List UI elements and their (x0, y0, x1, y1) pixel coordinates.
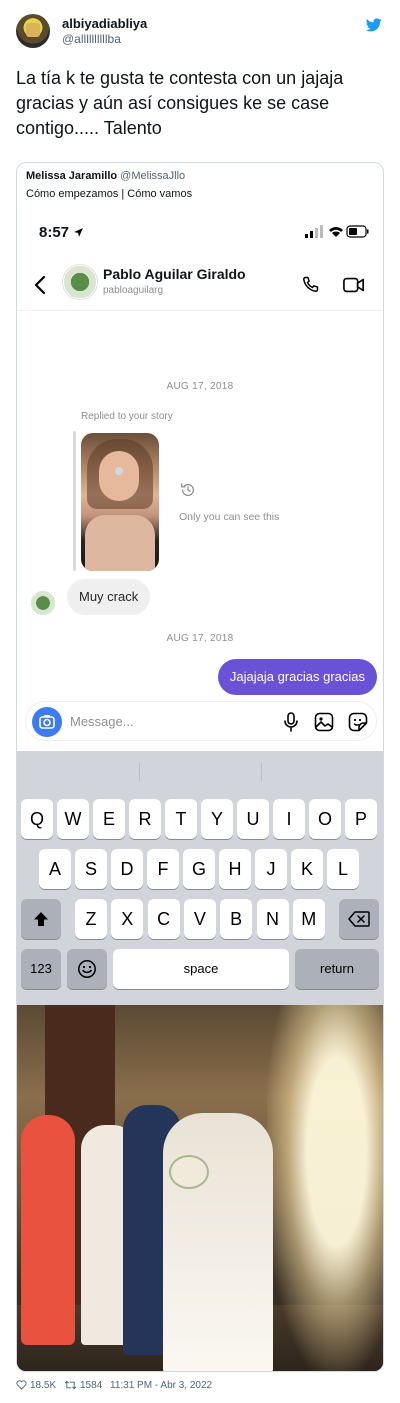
incoming-message[interactable]: Muy crack (67, 579, 151, 615)
quoted-author: Melissa Jaramillo @MelissaJllo (26, 170, 185, 182)
dm-header: Pablo Aguilar Giraldo pabloaguilarg (17, 257, 383, 311)
phone-call-icon[interactable] (300, 275, 320, 295)
key-y[interactable]: Y (201, 799, 233, 839)
key-c[interactable]: C (147, 899, 180, 939)
tweet-header: albiyadiabliya @allllllllllba (16, 14, 384, 54)
sticker-icon[interactable] (348, 712, 368, 732)
backspace-icon (348, 911, 370, 927)
author-avatar[interactable] (16, 14, 50, 48)
key-s[interactable]: S (75, 849, 107, 889)
status-time: 8:57 (39, 224, 84, 241)
camera-button[interactable] (32, 707, 62, 737)
video-call-icon[interactable] (343, 276, 365, 294)
quoted-tweet-card[interactable]: Melissa Jaramillo @MelissaJllo Cómo empe… (16, 162, 384, 1372)
message-sender-avatar[interactable] (31, 591, 55, 615)
author-display-name[interactable]: albiyadiabliya (62, 16, 147, 31)
key-g[interactable]: G (183, 849, 215, 889)
key-j[interactable]: J (255, 849, 287, 889)
date-divider: AUG 17, 2018 (166, 381, 234, 392)
key-o[interactable]: O (309, 799, 341, 839)
key-p[interactable]: P (345, 799, 377, 839)
tweet-footer: 18.5K 1584 11:31 PM - Abr 3, 2022 (16, 1380, 384, 1394)
key-v[interactable]: V (183, 899, 216, 939)
key-z[interactable]: Z (75, 899, 107, 939)
key-u[interactable]: U (237, 799, 269, 839)
tweet-text: La tía k te gusta te contesta con un jaj… (16, 68, 344, 138)
shift-icon (34, 912, 48, 926)
location-arrow-icon (74, 228, 84, 237)
retweet-icon[interactable] (64, 1380, 77, 1390)
key-h[interactable]: H (219, 849, 251, 889)
shift-key[interactable] (21, 899, 61, 939)
key-i[interactable]: I (273, 799, 305, 839)
story-reply-bar (73, 431, 76, 571)
date-divider: AUG 17, 2018 (166, 633, 234, 644)
key-k[interactable]: K (291, 849, 323, 889)
key-n[interactable]: N (256, 899, 289, 939)
message-composer (25, 701, 377, 741)
key-m[interactable]: M (292, 899, 325, 939)
key-q[interactable]: Q (21, 799, 53, 839)
camera-icon (39, 715, 55, 729)
backspace-key[interactable] (339, 899, 379, 939)
key-f[interactable]: F (147, 849, 179, 889)
back-arrow-icon[interactable] (33, 275, 49, 295)
phone-screenshot: 8:57 Pablo Aguilar Giraldo pabloaguilarg… (17, 211, 383, 1051)
key-r[interactable]: R (129, 799, 161, 839)
numbers-key[interactable]: 123 (21, 949, 61, 989)
emoji-icon (78, 960, 96, 978)
only-you-label: Only you can see this (179, 511, 280, 523)
status-bar: 8:57 (17, 211, 383, 257)
retweet-count[interactable]: 1584 (80, 1380, 102, 1391)
history-clock-icon (181, 483, 195, 496)
key-w[interactable]: W (57, 799, 89, 839)
signal-wifi-battery-icons (305, 225, 369, 238)
outgoing-message[interactable]: Jajajaja gracias gracias (217, 659, 377, 695)
key-b[interactable]: B (220, 899, 253, 939)
status-time-text: 8:57 (39, 224, 70, 241)
key-d[interactable]: D (111, 849, 143, 889)
story-thumbnail[interactable] (81, 433, 159, 571)
like-count[interactable]: 18.5K (30, 1380, 56, 1391)
key-e[interactable]: E (93, 799, 125, 839)
quoted-text: Cómo empezamos | Cómo vamos (26, 188, 193, 200)
message-input[interactable] (70, 702, 270, 740)
key-l[interactable]: L (327, 849, 359, 889)
author-handle[interactable]: @allllllllllba (62, 32, 121, 46)
space-key[interactable]: space (113, 949, 289, 989)
contact-name[interactable]: Pablo Aguilar Giraldo (103, 266, 246, 282)
gallery-icon[interactable] (314, 712, 334, 732)
contact-avatar[interactable] (63, 265, 97, 299)
microphone-icon[interactable] (282, 712, 300, 732)
return-key[interactable]: return (295, 949, 379, 989)
key-a[interactable]: A (39, 849, 71, 889)
contact-username[interactable]: pabloaguilarg (103, 285, 163, 296)
predictive-bar (17, 751, 383, 791)
heart-icon[interactable] (16, 1380, 27, 1390)
wedding-photo[interactable] (17, 1005, 383, 1371)
twitter-bird-icon[interactable] (366, 18, 382, 32)
replied-to-story-label: Replied to your story (81, 411, 173, 422)
quoted-display-name: Melissa Jaramillo (26, 170, 118, 182)
tweet-timestamp[interactable]: 11:31 PM - Abr 3, 2022 (110, 1380, 212, 1391)
key-t[interactable]: T (165, 799, 197, 839)
key-x[interactable]: X (111, 899, 144, 939)
emoji-key[interactable] (67, 949, 107, 989)
quoted-handle: @MelissaJllo (120, 170, 186, 182)
